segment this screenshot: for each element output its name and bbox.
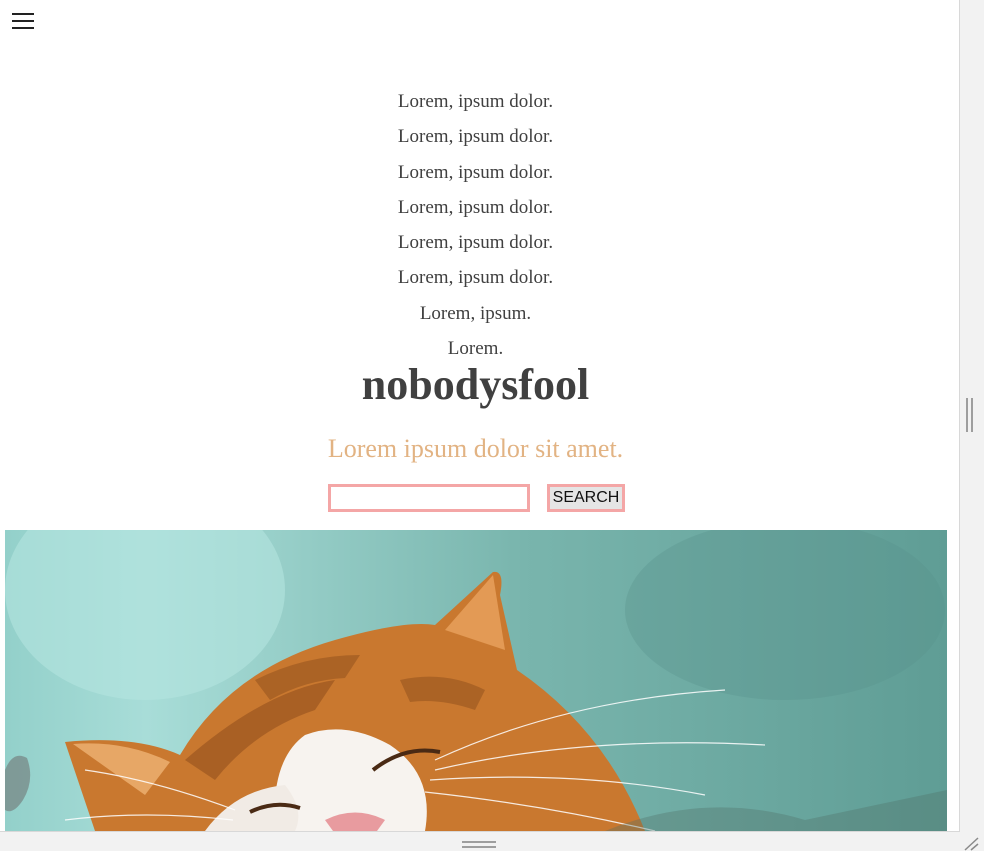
menu-item[interactable]: Lorem, ipsum dolor.	[0, 155, 951, 190]
horizontal-resize-handle[interactable]	[462, 841, 496, 849]
menu-item[interactable]: Lorem, ipsum.	[0, 296, 951, 331]
menu-list: Lorem, ipsum dolor. Lorem, ipsum dolor. …	[0, 84, 951, 366]
search-button[interactable]: SEARCH	[547, 484, 625, 512]
cat-photo-illustration	[5, 530, 947, 831]
menu-item[interactable]: Lorem, ipsum dolor.	[0, 84, 951, 119]
search-input[interactable]	[328, 484, 530, 512]
tagline: Lorem ipsum dolor sit amet.	[327, 434, 624, 463]
hamburger-menu-icon[interactable]	[12, 13, 34, 29]
resize-grip-icon[interactable]	[962, 836, 980, 851]
menu-item[interactable]: Lorem, ipsum dolor.	[0, 119, 951, 154]
menu-item[interactable]: Lorem, ipsum dolor.	[0, 190, 951, 225]
hero-image	[5, 530, 947, 831]
menu-item[interactable]: Lorem, ipsum dolor.	[0, 225, 951, 260]
page-viewport: Lorem, ipsum dolor. Lorem, ipsum dolor. …	[0, 0, 960, 832]
menu-item[interactable]: Lorem, ipsum dolor.	[0, 260, 951, 295]
site-title: nobodysfool	[361, 360, 590, 409]
vertical-resize-handle[interactable]	[966, 398, 974, 432]
